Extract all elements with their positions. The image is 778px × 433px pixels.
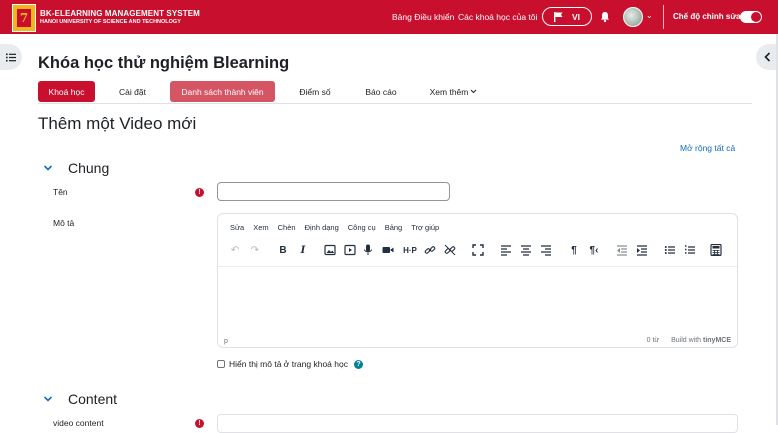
section-general-title: Chung xyxy=(68,160,110,176)
chevron-down-icon xyxy=(44,165,52,171)
indent-icon[interactable] xyxy=(635,243,649,257)
university-logo[interactable]: 7 xyxy=(12,4,36,32)
tab-settings[interactable]: Cài đặt xyxy=(104,81,161,102)
expand-all-link[interactable]: Mở rộng tất cả xyxy=(680,143,735,153)
help-icon[interactable]: ? xyxy=(353,359,363,369)
italic-icon[interactable]: I xyxy=(296,243,310,257)
tabs-divider xyxy=(38,103,752,104)
align-right-icon[interactable] xyxy=(539,243,553,257)
chevron-left-icon xyxy=(763,52,770,62)
tab-more-label: Xem thêm xyxy=(429,86,469,97)
editor-element-path[interactable]: p xyxy=(224,338,228,345)
media-icon[interactable] xyxy=(343,243,357,257)
name-label: Tên xyxy=(53,187,68,197)
redo-icon[interactable]: ↷ xyxy=(248,243,262,257)
editor-menu-view[interactable]: Xem xyxy=(253,223,268,232)
video-content-label: video content xyxy=(53,418,104,428)
editor-menu-table[interactable]: Bảng xyxy=(385,223,403,232)
list-icon xyxy=(6,53,16,61)
edit-mode-label: Chế độ chỉnh sửa xyxy=(673,12,741,21)
notification-bell-icon[interactable] xyxy=(599,11,611,23)
brand-subtitle: HANOI UNIVERSITY OF SCIENCE AND TECHNOLO… xyxy=(40,19,181,25)
top-navbar: 7 BK-ELEARNING MANAGEMENT SYSTEM HANOI U… xyxy=(0,0,778,34)
video-content-editor[interactable] xyxy=(217,414,738,433)
tab-grades[interactable]: Điểm số xyxy=(286,81,344,102)
show-description-label[interactable]: Hiển thị mô tả ở trang khoá học xyxy=(229,359,348,369)
image-icon[interactable] xyxy=(323,243,337,257)
bullet-list-icon[interactable] xyxy=(663,243,677,257)
align-left-icon[interactable] xyxy=(499,243,513,257)
user-avatar[interactable] xyxy=(623,7,643,27)
toggle-knob xyxy=(751,12,761,22)
page-heading: Thêm một Video mới xyxy=(38,114,197,133)
align-center-icon[interactable] xyxy=(519,243,533,257)
show-description-checkbox[interactable] xyxy=(217,360,225,368)
flag-icon xyxy=(553,11,563,22)
video-camera-icon[interactable] xyxy=(381,243,395,257)
editor-menu-help[interactable]: Trợ giúp xyxy=(411,223,439,232)
calculator-icon[interactable] xyxy=(709,243,723,257)
h5p-icon[interactable]: H·P xyxy=(401,243,419,257)
outdent-icon[interactable] xyxy=(615,243,629,257)
tab-reports[interactable]: Báo cáo xyxy=(352,81,410,102)
brand-title: BK-ELEARNING MANAGEMENT SYSTEM xyxy=(40,9,200,18)
editor-menu-tools[interactable]: Công cụ xyxy=(348,223,376,232)
undo-icon[interactable]: ↶ xyxy=(228,243,242,257)
tinymce-logo: tinyMCE xyxy=(703,337,731,344)
navbar-divider xyxy=(663,5,664,29)
editor-menu-format[interactable]: Định dạng xyxy=(305,223,339,232)
nav-my-courses-link[interactable]: Các khoá học của tôi xyxy=(458,12,537,22)
logo-glyph: 7 xyxy=(17,9,31,27)
language-label: VI xyxy=(571,11,581,22)
chevron-down-icon xyxy=(44,396,52,402)
tab-participants[interactable]: Danh sách thành viên xyxy=(170,81,275,102)
ltr-icon[interactable]: ¶ xyxy=(567,243,581,257)
fullscreen-icon[interactable] xyxy=(471,243,485,257)
description-editor[interactable]: Sửa Xem Chèn Định dạng Công cụ Bảng Trợ … xyxy=(217,213,738,348)
section-general-header[interactable]: Chung xyxy=(44,160,109,176)
section-content-title: Content xyxy=(68,391,118,407)
tab-more[interactable]: Xem thêm xyxy=(421,81,486,102)
chevron-down-icon xyxy=(471,89,477,94)
editor-menubar: Sửa Xem Chèn Định dạng Công cụ Bảng Trợ … xyxy=(230,223,448,232)
required-icon: ! xyxy=(195,188,204,197)
edit-mode-toggle[interactable] xyxy=(740,11,762,23)
description-label: Mô tả xyxy=(53,218,75,228)
name-input[interactable] xyxy=(217,182,450,201)
tinymce-branding[interactable]: Build with tinyMCE xyxy=(671,337,731,344)
open-course-index-button[interactable] xyxy=(0,44,22,70)
microphone-icon[interactable] xyxy=(361,243,375,257)
editor-content-area[interactable] xyxy=(218,266,737,335)
built-with-label: Build with xyxy=(671,337,702,344)
editor-statusbar: 0 từ Build with tinyMCE xyxy=(647,337,731,344)
language-button[interactable]: VI xyxy=(542,7,592,26)
course-title[interactable]: Khóa học thử nghiệm Blearning xyxy=(38,54,289,73)
editor-menu-insert[interactable]: Chèn xyxy=(278,223,296,232)
open-block-drawer-button[interactable] xyxy=(756,44,778,70)
required-icon: ! xyxy=(195,419,204,428)
nav-dashboard-link[interactable]: Bảng Điều khiển xyxy=(392,12,454,22)
bold-icon[interactable]: B xyxy=(276,243,290,257)
show-description-row: Hiển thị mô tả ở trang khoá học ? xyxy=(217,359,363,369)
chevron-down-icon[interactable]: ⌄ xyxy=(646,11,653,20)
tab-course[interactable]: Khoá học xyxy=(38,81,95,102)
editor-menu-edit[interactable]: Sửa xyxy=(230,223,244,232)
link-icon[interactable] xyxy=(423,243,437,257)
section-content-header[interactable]: Content xyxy=(44,391,117,407)
rtl-icon[interactable]: ¶‹ xyxy=(587,243,601,257)
word-count[interactable]: 0 từ xyxy=(647,337,659,344)
unlink-icon[interactable] xyxy=(443,243,457,257)
numbered-list-icon[interactable] xyxy=(683,243,697,257)
